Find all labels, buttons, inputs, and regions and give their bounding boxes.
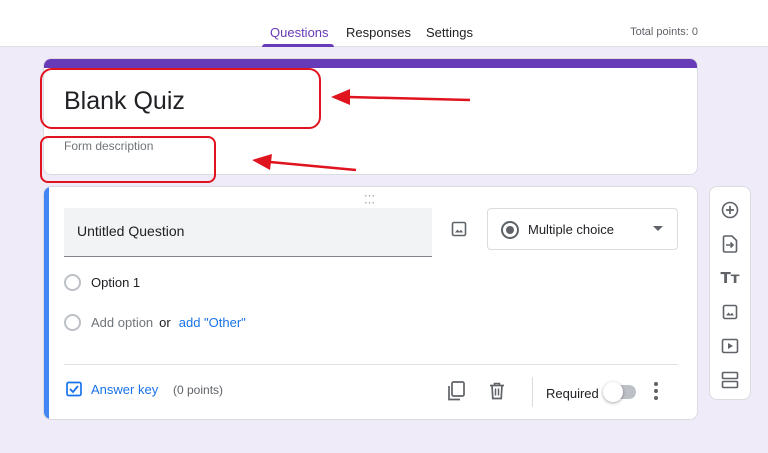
arrow-to-title: [331, 89, 471, 105]
annotation-arrows: [252, 89, 471, 172]
arrow-to-description: [252, 154, 357, 172]
